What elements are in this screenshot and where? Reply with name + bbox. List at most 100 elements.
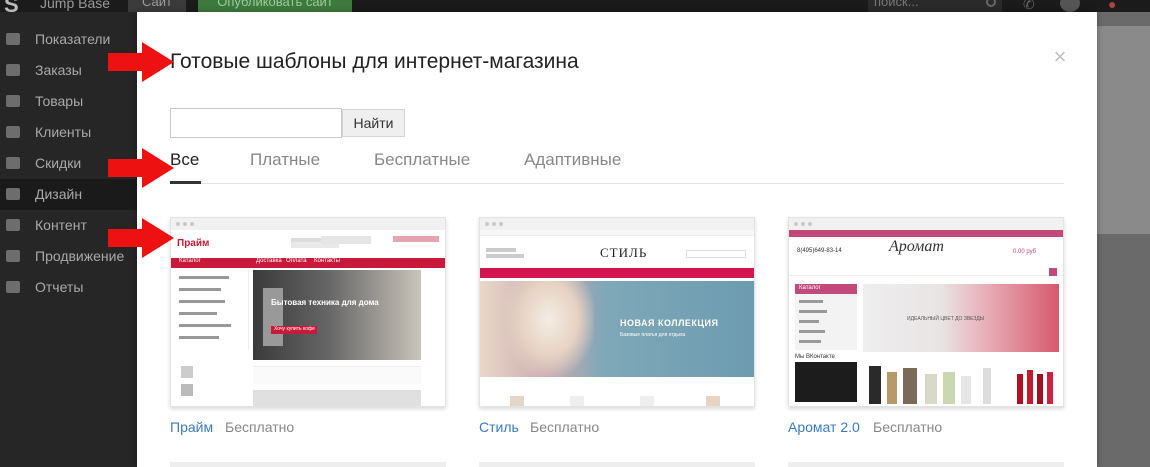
preview-logo: Прайм bbox=[177, 238, 210, 249]
chart-icon bbox=[6, 33, 20, 45]
preview-product bbox=[961, 376, 971, 404]
facebook-icon[interactable] bbox=[1060, 0, 1080, 12]
preview-logo: Аромат bbox=[889, 238, 944, 255]
template-price: Бесплатно bbox=[225, 419, 295, 435]
preview-search-button bbox=[1049, 268, 1057, 276]
preview-product bbox=[1047, 372, 1053, 404]
preview-topline bbox=[480, 230, 754, 236]
preview-line bbox=[799, 300, 823, 303]
sidebar-item-clients[interactable]: Клиенты bbox=[0, 117, 137, 148]
image-icon bbox=[6, 188, 20, 200]
browser-chrome bbox=[171, 218, 445, 230]
preview-model bbox=[504, 281, 594, 377]
preview-fridge bbox=[263, 288, 283, 346]
template-search-input[interactable] bbox=[170, 108, 342, 138]
preview-product bbox=[181, 384, 193, 396]
background-content bbox=[1097, 12, 1150, 467]
template-card-next-row bbox=[479, 462, 755, 467]
preview-product bbox=[1037, 374, 1043, 404]
window-dot bbox=[176, 222, 180, 226]
annotation-arrow-icon bbox=[108, 148, 174, 188]
users-icon bbox=[6, 126, 20, 138]
search-button[interactable]: Найти bbox=[342, 109, 405, 137]
template-price: Бесплатно bbox=[873, 419, 943, 435]
annotation-arrow-icon bbox=[108, 218, 174, 258]
preview-nav-item: Контакты bbox=[314, 258, 340, 264]
preview-line bbox=[799, 310, 827, 313]
preview-hero-subtitle: Базовые платья для отдыха bbox=[620, 332, 686, 338]
window-dot bbox=[183, 222, 187, 226]
template-preview-prime[interactable]: Прайм Каталог Доставка Оплата Контакты Б… bbox=[170, 217, 446, 407]
preview-nav bbox=[789, 268, 1063, 276]
template-preview-aromat[interactable]: Аромат 8(495)649-83-14 0.00 руб Каталог … bbox=[788, 217, 1064, 407]
preview-block bbox=[393, 236, 439, 242]
preview-line bbox=[179, 288, 221, 291]
preview-topline bbox=[789, 230, 1063, 237]
pie-icon bbox=[6, 281, 20, 293]
window-dot bbox=[190, 222, 194, 226]
template-name-link[interactable]: Стиль bbox=[479, 419, 519, 435]
preview-product bbox=[983, 368, 991, 404]
preview-product bbox=[925, 374, 937, 404]
window-dot bbox=[492, 222, 496, 226]
window-dot bbox=[794, 222, 798, 226]
browser-chrome bbox=[480, 218, 754, 230]
preview-product bbox=[903, 368, 917, 404]
preview-hero-title: НОВАЯ КОЛЛЕКЦИЯ bbox=[620, 318, 719, 328]
templates-modal: Готовые шаблоны для интернет-магазина × … bbox=[137, 12, 1097, 467]
template-preview-style[interactable]: СТИЛЬ НОВАЯ КОЛЛЕКЦИЯ Базовые платья для… bbox=[479, 217, 755, 407]
sidebar-item-label: Скидки bbox=[35, 155, 82, 171]
preview-logo: СТИЛЬ bbox=[600, 245, 648, 260]
active-tab-indicator bbox=[170, 181, 201, 184]
tab-free[interactable]: Бесплатные bbox=[374, 150, 470, 170]
template-name-link[interactable]: Аромат 2.0 bbox=[788, 419, 860, 435]
site-button[interactable]: Сайт bbox=[128, 0, 186, 12]
window-dot bbox=[485, 222, 489, 226]
publish-site-button[interactable]: Опубликовать сайт bbox=[198, 0, 352, 12]
target-icon bbox=[6, 250, 20, 262]
preview-line bbox=[179, 312, 217, 315]
preview-nav bbox=[171, 258, 445, 268]
preview-cart: 0.00 руб bbox=[1013, 249, 1037, 255]
preview-line bbox=[799, 340, 821, 343]
preview-product bbox=[887, 372, 897, 404]
sidebar-item-label: Заказы bbox=[35, 62, 82, 78]
bell-icon[interactable]: ● bbox=[1108, 0, 1116, 12]
preview-product bbox=[1027, 370, 1033, 404]
cart-icon bbox=[6, 64, 20, 76]
global-search-input[interactable]: поиск... bbox=[868, 0, 1002, 12]
preview-social-title: Мы ВКонтакте bbox=[795, 354, 835, 360]
window-dot bbox=[808, 222, 812, 226]
template-name-link[interactable]: Прайм bbox=[170, 419, 213, 435]
preview-product bbox=[510, 396, 524, 406]
tab-all[interactable]: Все bbox=[170, 150, 199, 170]
preview-footer bbox=[253, 390, 421, 406]
brand-name[interactable]: Jump Base bbox=[40, 0, 110, 11]
gift-icon bbox=[6, 157, 20, 169]
top-bar: S Jump Base Сайт Опубликовать сайт поиск… bbox=[0, 0, 1150, 17]
sidebar-item-reports[interactable]: Отчеты bbox=[0, 272, 137, 303]
close-icon[interactable]: × bbox=[1050, 44, 1070, 69]
preview-nav bbox=[480, 268, 754, 278]
preview-features bbox=[253, 366, 421, 384]
preview-products bbox=[175, 358, 249, 404]
preview-product bbox=[570, 396, 584, 406]
tab-adaptive[interactable]: Адаптивные bbox=[524, 150, 621, 170]
sidebar-item-label: Показатели bbox=[35, 31, 111, 47]
preview-sidebar-title: Каталог bbox=[799, 285, 821, 291]
preview-line bbox=[799, 320, 819, 323]
preview-product bbox=[869, 366, 881, 404]
modal-title: Готовые шаблоны для интернет-магазина bbox=[170, 50, 579, 73]
sidebar-item-products[interactable]: Товары bbox=[0, 86, 137, 117]
template-price: Бесплатно bbox=[530, 419, 600, 435]
pages-icon bbox=[6, 219, 20, 231]
background-panel bbox=[1097, 26, 1150, 234]
preview-line bbox=[486, 254, 524, 258]
sidebar-item-label: Контент bbox=[35, 217, 87, 233]
preview-product bbox=[181, 366, 193, 378]
browser-chrome bbox=[789, 218, 1063, 230]
preview-product bbox=[1017, 374, 1023, 404]
window-dot bbox=[801, 222, 805, 226]
preview-line bbox=[799, 330, 825, 333]
tab-paid[interactable]: Платные bbox=[250, 150, 320, 170]
